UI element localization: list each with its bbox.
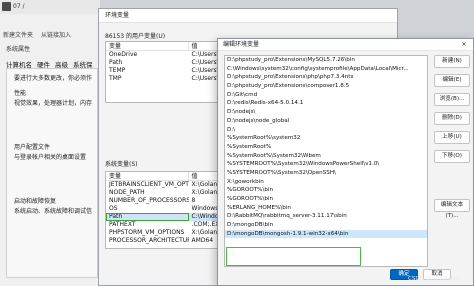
user-vars-table: 变量 值 OneDrive C:\Users\8 Path C:\Users\8 T… bbox=[105, 41, 223, 103]
path-list-item[interactable]: D:\RabbitMQ\rabbitmq_server-3.11.17\sbin bbox=[225, 212, 427, 221]
watermark: CSDN @xiaodiaoxi bbox=[408, 276, 459, 282]
path-list-item[interactable]: D:\phpstudy_pro\Extensions\MySQL5.7.26\b… bbox=[225, 56, 427, 65]
var-name: PHPSTORM_VM_OPTIONS bbox=[109, 229, 185, 236]
edit-button[interactable]: 编辑(E) bbox=[434, 74, 470, 87]
path-list-item[interactable]: D:\ bbox=[225, 126, 427, 135]
path-list: D:\phpstudy_pro\Extensions\MySQL5.7.26\b… bbox=[224, 55, 428, 267]
path-list-item[interactable]: %ERLANG_HOME%\bin bbox=[225, 204, 427, 213]
var-name: TEMP bbox=[109, 67, 126, 74]
path-list-item[interactable]: C:\Windows\system32\config\systemprofile… bbox=[225, 65, 427, 74]
var-name: TMP bbox=[109, 75, 122, 82]
table-row[interactable]: NUMBER_OF_PROCESSORS 8 bbox=[106, 197, 222, 205]
table-row[interactable]: NODE_PATH X:\Golandl bbox=[106, 189, 222, 197]
startup-heading: 启动和故障恢复 bbox=[14, 198, 57, 205]
var-name: NUMBER_OF_PROCESSORS bbox=[109, 197, 189, 204]
highlight-box bbox=[226, 247, 361, 266]
table-row[interactable]: PROCESSOR_ARCHITECTURE AMD64 bbox=[106, 237, 222, 245]
user-vars-label: 86153 的用户变量(U) bbox=[105, 33, 166, 40]
version-text: 07 / bbox=[13, 3, 25, 10]
new-folder-label[interactable]: 新建文件夹 bbox=[3, 32, 33, 39]
table-row[interactable]: OS Windows_ bbox=[106, 205, 222, 213]
admin-notice: 要进行大多数更改，你必须作 bbox=[14, 75, 93, 82]
path-list-item[interactable]: D:\Git\cmd bbox=[225, 91, 427, 100]
path-list-item[interactable]: %SystemRoot% bbox=[225, 143, 427, 152]
path-list-item[interactable]: %SystemRoot%\System32\Wbem bbox=[225, 152, 427, 161]
table-row[interactable]: JETBRAINSCLIENT_VM_OPTI... X:\Golandl bbox=[106, 181, 222, 189]
table-row[interactable]: TMP C:\Users\8 bbox=[106, 75, 222, 83]
delete-button[interactable]: 删除(D) bbox=[434, 112, 470, 125]
system-vars-header: 变量 值 bbox=[106, 172, 222, 181]
path-list-item[interactable]: %SystemRoot%\system32 bbox=[225, 134, 427, 143]
var-name: NODE_PATH bbox=[109, 189, 145, 196]
var-name: PATHEXT bbox=[109, 221, 136, 228]
path-list-item[interactable]: D:\phpstudy_pro\Extensions\composer1.8.5 bbox=[225, 82, 427, 91]
browse-button[interactable]: 浏览(B)... bbox=[434, 93, 470, 106]
edit-text-button[interactable]: 编辑文本(T)... bbox=[434, 199, 470, 219]
explorer-strip: 07 / bbox=[0, 0, 100, 14]
edit-env-var-dialog: 编辑环境变量 ✕ D:\phpstudy_pro\Extensions\MySQ… bbox=[217, 38, 474, 286]
performance-heading: 性能 bbox=[14, 90, 27, 97]
var-name: JETBRAINSCLIENT_VM_OPTI... bbox=[109, 181, 189, 188]
table-row[interactable]: TEMP C:\Users\8 bbox=[106, 67, 222, 75]
col-variable[interactable]: 变量 bbox=[106, 42, 189, 50]
var-name: Path bbox=[109, 59, 123, 66]
var-name: OneDrive bbox=[109, 51, 138, 58]
edit-dialog-title: 编辑环境变量 bbox=[218, 39, 473, 51]
system-vars-label: 系统变量(S) bbox=[105, 161, 138, 168]
table-row[interactable]: Path C:\Users\8 bbox=[106, 59, 222, 67]
add-from-link-label[interactable]: 从链接加入 bbox=[41, 32, 71, 39]
table-row[interactable]: OneDrive C:\Users\8 bbox=[106, 51, 222, 59]
app-icon bbox=[2, 2, 11, 11]
path-list-item[interactable]: X:\goworkbin bbox=[225, 178, 427, 187]
path-list-item[interactable]: D:\redis\Redis-x64-5.0.14.1 bbox=[225, 99, 427, 108]
user-profiles-desc: 与登录帐户相关的桌面设置 bbox=[14, 154, 87, 161]
path-list-item[interactable]: D:\mongoDB\bin bbox=[225, 221, 427, 230]
path-list-item[interactable]: D:\mongoDB\mongosh-1.9.1-win32-x64\bin bbox=[225, 229, 427, 239]
path-list-item[interactable]: D:\nodejs\node_global bbox=[225, 117, 427, 126]
startup-desc: 系统启动、系统故障和调试信 bbox=[14, 208, 93, 215]
var-name: OS bbox=[109, 205, 118, 212]
path-list-item[interactable]: D:\nodejs\ bbox=[225, 108, 427, 117]
user-profiles-heading: 用户配置文件 bbox=[14, 144, 51, 151]
path-list-item[interactable]: D:\phpstudy_pro\Extensions\php\php7.3.4n… bbox=[225, 73, 427, 82]
path-list-item[interactable]: %GOROOT%\bin bbox=[225, 195, 427, 204]
move-up-button[interactable]: 上移(U) bbox=[434, 131, 470, 144]
var-name: PROCESSOR_ARCHITECTURE bbox=[109, 237, 189, 244]
system-properties-window: 07 / 新建文件夹 从链接加入 系统属性 计算机名 硬件 高级 系统保 要进行… bbox=[0, 0, 100, 286]
path-list-item[interactable]: %SYSTEMROOT%\System32\WindowsPowerShell\… bbox=[225, 160, 427, 169]
new-button[interactable]: 新建(N) bbox=[434, 55, 470, 68]
col-variable[interactable]: 变量 bbox=[106, 172, 189, 180]
system-properties-title: 系统属性 bbox=[6, 46, 31, 53]
var-name: Path bbox=[106, 213, 189, 221]
table-row[interactable]: PHPSTORM_VM_OPTIONS X:\Goland bbox=[106, 229, 222, 237]
table-row[interactable]: PATHEXT .COM;.EXE bbox=[106, 221, 222, 229]
path-list-item[interactable]: %SYSTEMROOT%\System32\OpenSSH\ bbox=[225, 169, 427, 178]
move-down-button[interactable]: 下移(O) bbox=[434, 150, 470, 163]
user-vars-header: 变量 值 bbox=[106, 42, 222, 51]
env-window-title: 环境变量 bbox=[99, 9, 397, 23]
close-icon[interactable]: ✕ bbox=[459, 40, 469, 50]
system-vars-table: 变量 值 JETBRAINSCLIENT_VM_OPTI... X:\Goland… bbox=[105, 171, 223, 249]
edit-dialog-buttons: 新建(N) 编辑(E) 浏览(B)... 删除(D) 上移(U) 下移(O) 编… bbox=[434, 55, 470, 219]
explorer-toolbar: 新建文件夹 从链接加入 bbox=[0, 30, 100, 40]
table-row-path-selected[interactable]: Path C:\Window bbox=[106, 213, 222, 221]
path-list-item[interactable]: %GOROOT%\bin bbox=[225, 186, 427, 195]
performance-desc: 视觉效果，处理器计划，内存 bbox=[14, 100, 93, 107]
